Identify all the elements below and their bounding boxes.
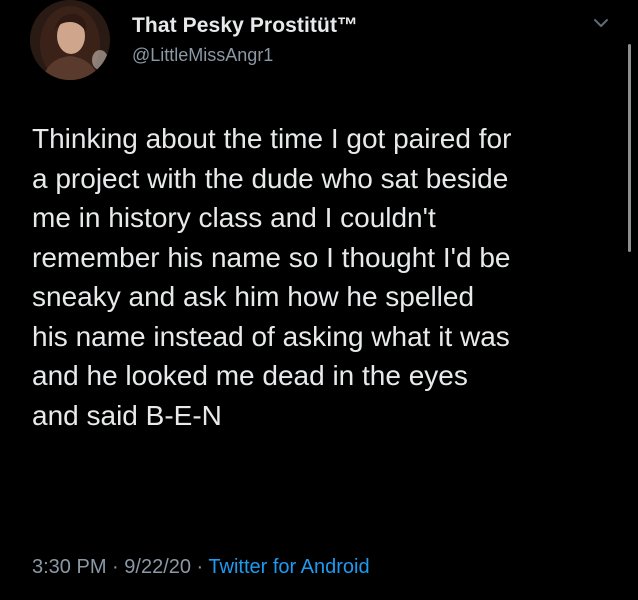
- tweet-time[interactable]: 3:30 PM: [32, 556, 106, 578]
- tweet-metadata: 3:30 PM · 9/22/20 · Twitter for Android: [32, 556, 370, 579]
- display-name[interactable]: That Pesky Prostitüt™: [132, 14, 358, 38]
- user-handle[interactable]: @LittleMissAngr1: [132, 45, 273, 66]
- avatar-image: [30, 0, 110, 80]
- tweet-text: Thinking about the time I got paired for…: [32, 123, 512, 431]
- tweet-date[interactable]: 9/22/20: [124, 556, 191, 578]
- tweet-source-link[interactable]: Twitter for Android: [208, 556, 369, 578]
- avatar[interactable]: [30, 0, 110, 80]
- meta-separator: ·: [106, 556, 125, 578]
- tweet-card: That Pesky Prostitüt™ @LittleMissAngr1 T…: [0, 0, 638, 600]
- chevron-down-icon[interactable]: [592, 16, 610, 30]
- meta-separator: ·: [191, 556, 209, 578]
- scrollbar[interactable]: [628, 44, 631, 252]
